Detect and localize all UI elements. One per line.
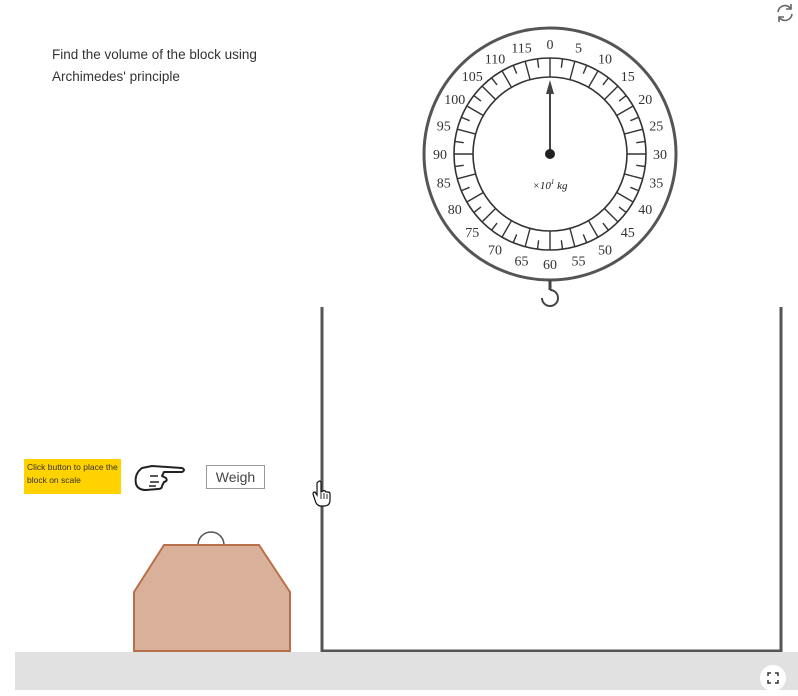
scale-dial-label: 0 (547, 38, 554, 53)
scale-dial-label: 65 (515, 254, 529, 269)
scale-dial-label: 80 (448, 203, 462, 218)
floor (15, 652, 798, 690)
scale-dial-label: 35 (649, 176, 663, 191)
block-body (133, 544, 291, 652)
scale-dial-label: 100 (444, 93, 465, 108)
scale-dial-label: 105 (462, 70, 483, 85)
scale-dial-label: 110 (485, 53, 505, 68)
scale-dial-label: 85 (437, 176, 451, 191)
hint-label: Click button to place the block on scale (24, 459, 121, 494)
water-tank (320, 307, 783, 653)
scale-dial-label: 25 (649, 120, 663, 135)
scale-dial-label: 20 (638, 93, 652, 108)
scale-dial-label: 75 (465, 226, 479, 241)
scale-dial-label: 5 (575, 42, 582, 57)
scale-dial-label: 40 (638, 203, 652, 218)
scale-dial-label: 15 (621, 70, 635, 85)
block[interactable] (133, 531, 291, 652)
scale-dial-label: 50 (598, 243, 612, 258)
hand-cursor-icon (312, 480, 332, 508)
scale-dial-label: 95 (437, 120, 451, 135)
scale-dial-label: 45 (621, 226, 635, 241)
scale-dial-label: 70 (488, 243, 502, 258)
scale-dial-label: 90 (433, 148, 447, 163)
scale-pivot (545, 149, 555, 159)
scale-dial-label: 60 (543, 258, 557, 273)
fullscreen-button[interactable] (760, 665, 786, 691)
scale-hook (541, 289, 559, 307)
spring-scale: 0 5 10 1520 25 30 35 4045 50 55 60 65 70 7580 85 90 95 10… (422, 26, 678, 307)
pointing-hand-icon (132, 458, 188, 494)
scale-unit-label: ×101 kg (532, 178, 568, 192)
fullscreen-icon (767, 672, 779, 684)
scene: 0 5 10 1520 25 30 35 4045 50 55 60 65 70 7580 85 90 95 10… (133, 26, 783, 653)
scale-dial-label: 30 (653, 148, 667, 163)
scale-dial-label: 10 (598, 53, 612, 68)
scale-dial-label: 55 (571, 254, 585, 269)
weigh-button[interactable]: Weigh (206, 465, 265, 489)
block-handle (197, 531, 225, 546)
scale-dial-label: 115 (511, 42, 531, 57)
